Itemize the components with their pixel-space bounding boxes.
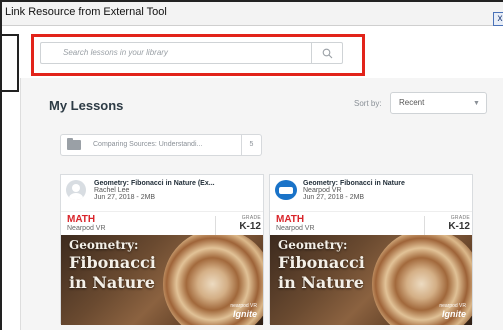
page-title: My Lessons xyxy=(49,98,124,113)
thumbnail-title-line: Fibonacci xyxy=(69,253,156,272)
sort-value: Recent xyxy=(399,98,425,107)
folder-item[interactable]: Comparing Sources: Understandi... 5 xyxy=(60,134,262,156)
card-author: Nearpod VR xyxy=(303,187,342,194)
lesson-thumbnail[interactable]: Geometry: Fibonacci in Nature nearpod VR… xyxy=(61,235,263,325)
subject-row: MATH Nearpod VR GRADE K-12 xyxy=(270,211,472,236)
grade-value: K-12 xyxy=(239,221,261,232)
card-title[interactable]: Geometry: Fibonacci in Nature xyxy=(303,180,405,187)
source-label: Nearpod VR xyxy=(276,225,315,232)
sort-label: Sort by: xyxy=(354,99,382,108)
chevron-down-icon: ▼ xyxy=(473,100,480,107)
dialog-window: Link Resource from External Tool x Searc… xyxy=(0,0,503,330)
vr-headset-icon xyxy=(275,180,297,200)
subject-label: MATH xyxy=(67,214,96,225)
title-bar: Link Resource from External Tool x xyxy=(2,2,503,26)
close-button[interactable]: x xyxy=(493,12,503,26)
folder-label[interactable]: Comparing Sources: Understandi... xyxy=(60,134,242,156)
thumbnail-title-line: in Nature xyxy=(69,273,155,292)
thumbnail-title-line: Fibonacci xyxy=(278,253,365,272)
brand-name: Ignite xyxy=(442,309,466,319)
brand-logo: nearpod VR Ignite xyxy=(230,303,257,319)
grade-box: GRADE K-12 xyxy=(215,215,261,236)
folder-name: Comparing Sources: Understandi... xyxy=(93,141,203,148)
search-highlight-box xyxy=(31,34,365,76)
thumbnail-title-line: Geometry: xyxy=(69,238,139,252)
brand-logo: nearpod VR Ignite xyxy=(439,303,466,319)
card-meta: Jun 27, 2018 - 2MB xyxy=(94,194,156,201)
card-title[interactable]: Geometry: Fibonacci in Nature (Ex... xyxy=(94,180,215,187)
folder-icon xyxy=(67,138,81,150)
card-header: Geometry: Fibonacci in Nature (Ex... Rac… xyxy=(61,175,263,207)
lesson-card[interactable]: Geometry: Fibonacci in Nature Nearpod VR… xyxy=(269,174,473,325)
lesson-card[interactable]: Geometry: Fibonacci in Nature (Ex... Rac… xyxy=(60,174,264,325)
subject-label: MATH xyxy=(276,214,305,225)
lesson-thumbnail[interactable]: Geometry: Fibonacci in Nature nearpod VR… xyxy=(270,235,472,325)
dialog-title: Link Resource from External Tool xyxy=(5,6,167,18)
sort-dropdown[interactable]: Recent ▼ xyxy=(390,92,487,114)
subject-row: MATH Nearpod VR GRADE K-12 xyxy=(61,211,263,236)
grade-value: K-12 xyxy=(448,221,470,232)
card-header: Geometry: Fibonacci in Nature Nearpod VR… xyxy=(270,175,472,207)
card-meta: Jun 27, 2018 - 2MB xyxy=(303,194,365,201)
brand-name: Ignite xyxy=(233,309,257,319)
user-avatar-icon xyxy=(66,180,86,200)
frame-notch xyxy=(2,34,19,92)
thumbnail-title-line: Geometry: xyxy=(278,238,348,252)
source-label: Nearpod VR xyxy=(67,225,106,232)
grade-box: GRADE K-12 xyxy=(424,215,470,236)
folder-count-badge: 5 xyxy=(242,134,262,156)
card-author: Rachel Lee xyxy=(94,187,130,194)
thumbnail-title-line: in Nature xyxy=(278,273,364,292)
